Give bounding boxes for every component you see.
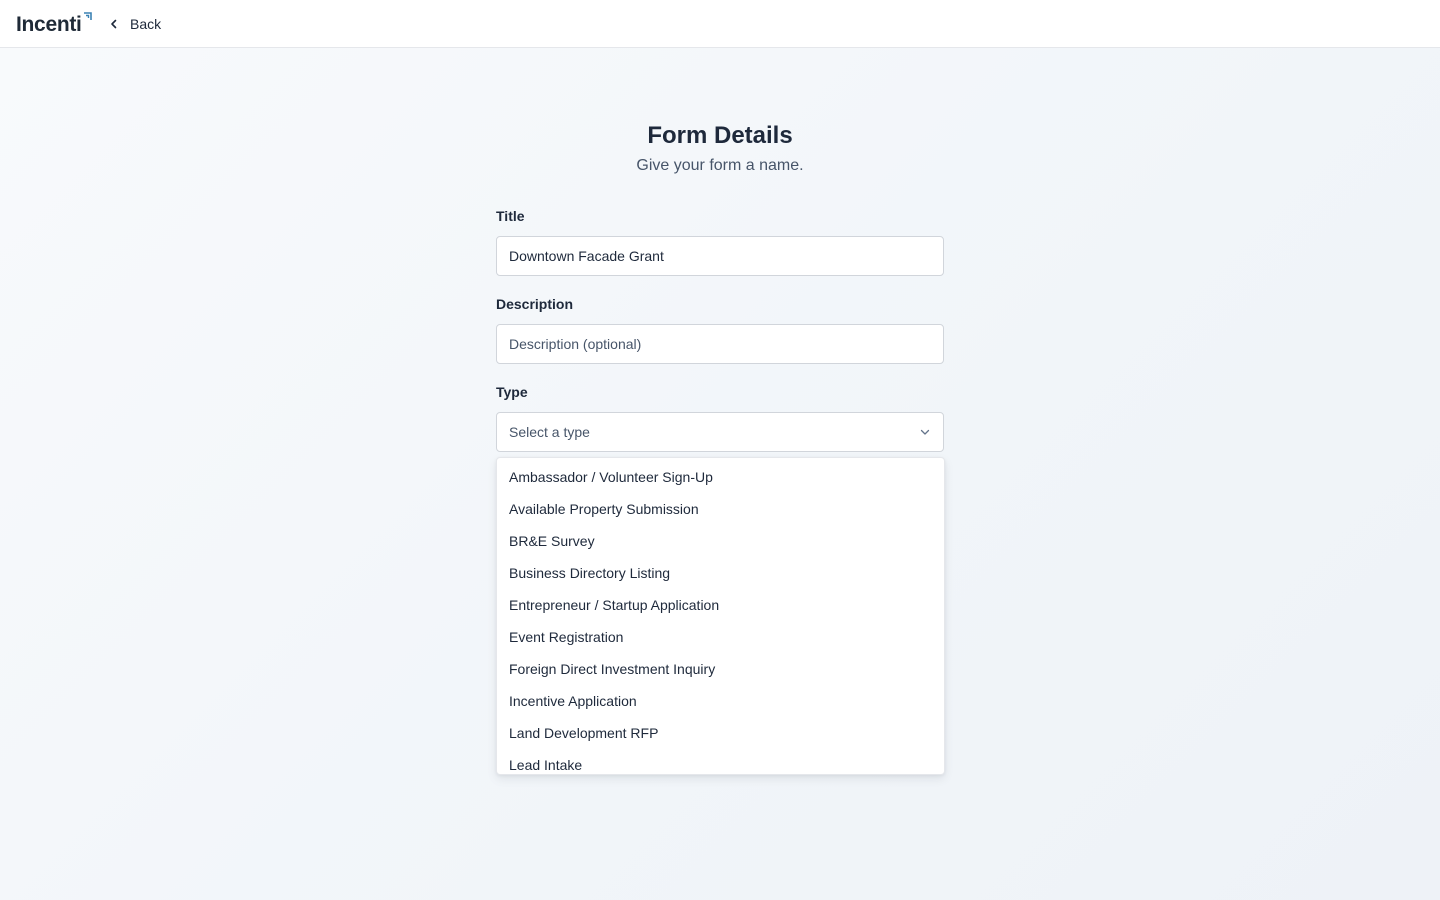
type-option[interactable]: BR&E Survey — [497, 525, 944, 557]
chevron-down-icon — [920, 429, 930, 435]
arrow-up-right-icon — [83, 12, 92, 20]
form-details-panel: Form Details Give your form a name. Titl… — [496, 112, 945, 775]
type-label: Type — [496, 384, 528, 400]
top-bar: Incenti Back — [0, 0, 1440, 48]
type-option[interactable]: Ambassador / Volunteer Sign-Up — [497, 461, 944, 493]
type-option[interactable]: Land Development RFP — [497, 717, 944, 749]
type-option[interactable]: Available Property Submission — [497, 493, 944, 525]
type-option[interactable]: Foreign Direct Investment Inquiry — [497, 653, 944, 685]
incenti-logo[interactable]: Incenti — [16, 11, 93, 39]
page-subtitle: Give your form a name. — [636, 157, 804, 174]
title-input[interactable] — [496, 236, 944, 276]
back-button[interactable]: Back — [108, 12, 161, 36]
chevron-left-icon — [111, 19, 117, 29]
description-input[interactable] — [496, 324, 944, 364]
back-label: Back — [130, 16, 162, 32]
type-select-placeholder: Select a type — [509, 424, 590, 440]
type-dropdown-menu[interactable]: Ambassador / Volunteer Sign-Up Available… — [496, 457, 945, 775]
type-option[interactable]: Lead Intake — [497, 749, 944, 774]
title-label: Title — [496, 208, 525, 224]
type-option[interactable]: Event Registration — [497, 621, 944, 653]
type-option[interactable]: Entrepreneur / Startup Application — [497, 589, 944, 621]
type-select[interactable]: Select a type — [496, 412, 944, 452]
type-option[interactable]: Incentive Application — [497, 685, 944, 717]
type-option[interactable]: Business Directory Listing — [497, 557, 944, 589]
page-title: Form Details — [647, 122, 793, 149]
description-label: Description — [496, 296, 574, 312]
logo-text: Incenti — [16, 13, 82, 36]
